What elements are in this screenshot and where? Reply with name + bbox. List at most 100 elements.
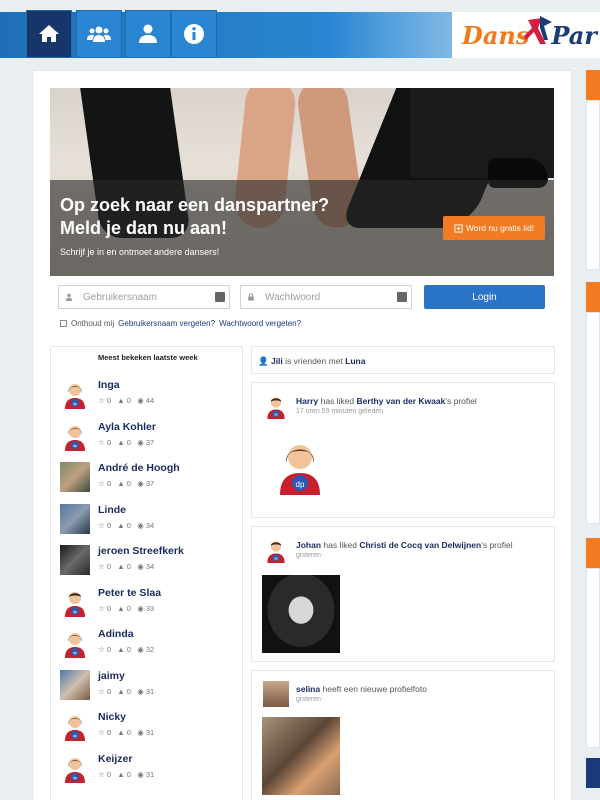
nav-info-button[interactable]	[171, 10, 217, 58]
likes-count: 0	[126, 603, 131, 613]
sidebar-header-tab[interactable]	[586, 70, 600, 100]
list-item[interactable]: dp Nicky ☆ 0 ▲ 0 ◉ 31	[60, 711, 240, 745]
star-icon: ☆	[98, 769, 105, 779]
views-count: 33	[145, 603, 155, 613]
member-stats: ☆ 0 ▲ 0 ◉ 37	[98, 438, 154, 447]
activity-target-link[interactable]: Berthy van der Kwaak	[357, 396, 446, 406]
thumbs-up-icon: ▲	[117, 603, 125, 613]
keyboard-icon[interactable]	[215, 292, 225, 302]
avatar[interactable]: dp	[263, 393, 289, 419]
info-icon	[184, 24, 204, 44]
avatar[interactable]: dp	[60, 587, 90, 617]
list-item[interactable]: dp Keijzer ☆ 0 ▲ 0 ◉ 31	[60, 753, 240, 787]
user-icon	[139, 24, 157, 43]
avatar[interactable]	[60, 669, 90, 700]
site-logo[interactable]: Dans Par	[452, 12, 600, 58]
activity-target-link[interactable]: Christi de Cocq van Delwijnen	[359, 540, 481, 550]
nav-members-button[interactable]	[76, 10, 122, 58]
avatar[interactable]: dp	[60, 379, 90, 409]
forgot-username-link[interactable]: Gebruikersnaam vergeten?	[118, 319, 215, 328]
views-count: 34	[145, 562, 155, 571]
nav-profile-button[interactable]	[125, 10, 171, 58]
activity-user-link[interactable]: Johan	[296, 540, 321, 550]
user-icon	[65, 293, 73, 301]
activity-action: heeft een nieuwe profielfoto	[322, 684, 427, 694]
stars-count: 0	[106, 479, 111, 488]
member-stats: ☆ 0 ▲ 0 ◉ 31	[98, 770, 154, 779]
username-input[interactable]: Gebruikersnaam	[58, 285, 230, 309]
likes-count: 0	[126, 520, 131, 530]
avatar[interactable]: dp	[60, 628, 90, 658]
stars-count: 0	[106, 396, 111, 405]
avatar[interactable]: dp	[263, 537, 289, 563]
list-item[interactable]: dp Peter te Slaa ☆ 0 ▲ 0 ◉ 33	[60, 587, 240, 621]
eye-icon: ◉	[137, 396, 144, 405]
member-name-link[interactable]: Inga	[98, 379, 120, 391]
eye-icon: ◉	[137, 769, 144, 779]
member-stats: ☆ 0 ▲ 0 ◉ 37	[98, 479, 154, 488]
signup-cta-button[interactable]: Word nu gratis lid!	[443, 216, 545, 240]
sidebar-header-tab[interactable]	[586, 758, 600, 788]
list-item[interactable]: Linde ☆ 0 ▲ 0 ◉ 34	[60, 503, 240, 538]
avatar[interactable]: dp	[60, 421, 90, 451]
member-name-link[interactable]: Nicky	[98, 711, 126, 723]
login-button[interactable]: Login	[424, 285, 545, 309]
nav-home-button[interactable]	[26, 10, 72, 58]
list-item[interactable]: jaimy ☆ 0 ▲ 0 ◉ 31	[60, 669, 240, 704]
member-name-link[interactable]: jeroen Streefkerk	[98, 545, 184, 557]
sidebar-header-tab[interactable]	[586, 538, 600, 568]
activity-user-link[interactable]: Harry	[296, 396, 318, 406]
member-name-link[interactable]: André de Hoogh	[98, 462, 180, 474]
star-icon: ☆	[98, 645, 105, 654]
activity-suffix: 's profiel	[445, 396, 477, 406]
list-item[interactable]: dp Ayla Kohler ☆ 0 ▲ 0 ◉ 37	[60, 421, 240, 455]
activity-target-link[interactable]: Luna	[345, 356, 365, 366]
likes-count: 0	[126, 396, 131, 405]
member-name-link[interactable]: Keijzer	[98, 753, 132, 765]
list-item[interactable]: dp Adinda ☆ 0 ▲ 0 ◉ 32	[60, 628, 240, 662]
member-name-link[interactable]: Ayla Kohler	[98, 421, 156, 433]
list-item[interactable]: André de Hoogh ☆ 0 ▲ 0 ◉ 37	[60, 462, 240, 496]
star-icon: ☆	[98, 437, 105, 447]
activity-user-link[interactable]: Jili	[271, 356, 283, 366]
avatar[interactable]: dp	[60, 753, 90, 783]
user-icon: 👤	[258, 356, 269, 366]
activity-suffix: 's profiel	[481, 540, 513, 550]
member-name-link[interactable]: Adinda	[98, 628, 134, 640]
liked-profile-photo[interactable]	[262, 575, 340, 653]
keyboard-icon[interactable]	[397, 292, 407, 302]
member-name-link[interactable]: Peter te Slaa	[98, 587, 161, 599]
hero-subtitle: Schrijf je in en ontmoet andere dansers!	[60, 247, 220, 257]
activity-action: has liked	[323, 540, 357, 550]
list-item[interactable]: dp Inga ☆ 0 ▲ 0 ◉ 44	[60, 379, 240, 413]
avatar[interactable]	[60, 462, 90, 492]
thumbs-up-icon: ▲	[117, 686, 125, 696]
stars-count: 0	[106, 686, 111, 696]
avatar[interactable]	[60, 545, 90, 575]
avatar[interactable]: dp	[60, 711, 90, 741]
avatar[interactable]	[60, 503, 90, 534]
liked-profile-photo[interactable]: dp	[270, 435, 330, 509]
sidebar-header-tab[interactable]	[586, 282, 600, 312]
new-profile-photo[interactable]	[262, 717, 340, 795]
password-input[interactable]: Wachtwoord	[240, 285, 412, 309]
star-icon: ☆	[98, 479, 105, 488]
remember-checkbox[interactable]	[60, 320, 67, 327]
star-icon: ☆	[98, 603, 105, 613]
likes-count: 0	[126, 437, 131, 447]
activity-user-link[interactable]: selina	[296, 684, 320, 694]
views-count: 31	[145, 686, 155, 696]
forgot-password-link[interactable]: Wachtwoord vergeten?	[219, 319, 301, 328]
sidebar-widget	[586, 312, 600, 524]
list-item[interactable]: jeroen Streefkerk ☆ 0 ▲ 0 ◉ 34	[60, 545, 240, 579]
member-stats: ☆ 0 ▲ 0 ◉ 34	[98, 562, 154, 571]
thumbs-up-icon: ▲	[117, 520, 125, 530]
avatar[interactable]	[263, 681, 289, 707]
likes-count: 0	[126, 728, 131, 737]
svg-text:dp: dp	[73, 733, 78, 738]
eye-icon: ◉	[137, 603, 144, 613]
member-name-link[interactable]: Linde	[98, 504, 126, 516]
member-name-link[interactable]: jaimy	[98, 670, 125, 682]
member-stats: ☆ 0 ▲ 0 ◉ 33	[98, 604, 154, 613]
most-viewed-panel: Meest bekeken laatste week dp Inga ☆ 0 ▲ 0…	[50, 346, 243, 800]
